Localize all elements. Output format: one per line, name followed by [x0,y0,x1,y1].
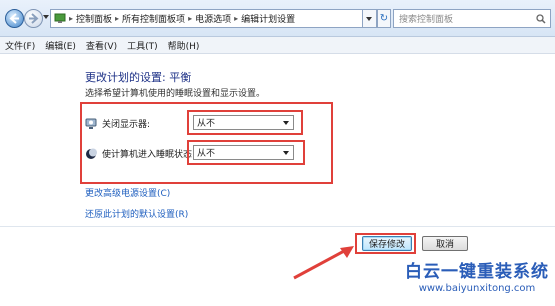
setting-row-display: 关闭显示器: [85,117,150,130]
menu-view[interactable]: 查看(V) [86,39,117,52]
watermark-brand: 白云一键重装系统 [405,262,549,282]
main-content: 更改计划的设置: 平衡 选择希望计算机使用的睡眠设置和显示设置。 关闭显示器: … [0,54,555,306]
address-dropdown-button[interactable] [363,9,377,28]
watermark: 白云一键重装系统 www.baiyunxitong.com [405,257,549,294]
control-panel-icon [54,13,66,23]
breadcrumb-separator: ▸ [69,14,74,23]
display-off-dropdown[interactable]: 从不 [193,115,294,130]
chevron-down-icon [366,17,372,21]
menu-file[interactable]: 文件(F) [5,39,35,52]
refresh-icon: ↻ [379,13,389,24]
menu-tools[interactable]: 工具(T) [127,39,158,52]
save-button[interactable]: 保存修改 [362,236,412,251]
search-input[interactable]: 搜索控制面板 [393,9,551,28]
menu-edit[interactable]: 编辑(E) [45,39,76,52]
search-icon [536,13,546,24]
cancel-button[interactable]: 取消 [422,236,468,251]
breadcrumb[interactable]: ▸ 控制面板 ▸ 所有控制面板项 ▸ 电源选项 ▸ 编辑计划设置 [50,9,363,28]
advanced-power-settings-link[interactable]: 更改高级电源设置(C) [85,186,170,199]
breadcrumb-item[interactable]: 电源选项 [195,12,231,25]
breadcrumb-separator: ▸ [115,14,120,23]
arrow-right-icon [29,13,39,24]
menu-bar: 文件(F) 编辑(E) 查看(V) 工具(T) 帮助(H) [0,37,555,54]
breadcrumb-item[interactable]: 所有控制面板项 [122,12,185,25]
display-off-label: 关闭显示器: [102,120,151,130]
menu-help[interactable]: 帮助(H) [168,39,200,52]
arrow-left-icon [9,13,19,24]
divider [0,226,555,227]
breadcrumb-item[interactable]: 控制面板 [76,12,112,25]
display-off-value: 从不 [197,119,216,129]
restore-defaults-link[interactable]: 还原此计划的默认设置(R) [85,207,188,220]
breadcrumb-separator: ▸ [234,14,239,23]
refresh-button[interactable]: ↻ [377,9,391,28]
moon-icon [86,148,97,159]
recent-pages-chevron-icon[interactable] [43,15,49,20]
forward-button[interactable] [24,9,43,28]
monitor-icon [85,118,97,129]
address-bar: ▸ 控制面板 ▸ 所有控制面板项 ▸ 电源选项 ▸ 编辑计划设置 ↻ 搜索控制面… [0,0,555,37]
pointer-arrow-icon [293,246,354,280]
search-placeholder: 搜索控制面板 [399,15,454,25]
sleep-dropdown[interactable]: 从不 [193,145,294,160]
breadcrumb-item[interactable]: 编辑计划设置 [241,12,295,25]
chevron-down-icon [283,151,289,155]
chevron-down-icon [283,121,289,125]
watermark-url: www.baiyunxitong.com [418,283,536,294]
sleep-value: 从不 [197,149,216,159]
sleep-label: 使计算机进入睡眠状态: [102,150,196,160]
back-button[interactable] [5,9,24,28]
breadcrumb-separator: ▸ [188,14,193,23]
page-description: 选择希望计算机使用的睡眠设置和显示设置。 [85,89,266,99]
page-title: 更改计划的设置: 平衡 [85,71,192,84]
setting-row-sleep: 使计算机进入睡眠状态: [85,147,195,160]
